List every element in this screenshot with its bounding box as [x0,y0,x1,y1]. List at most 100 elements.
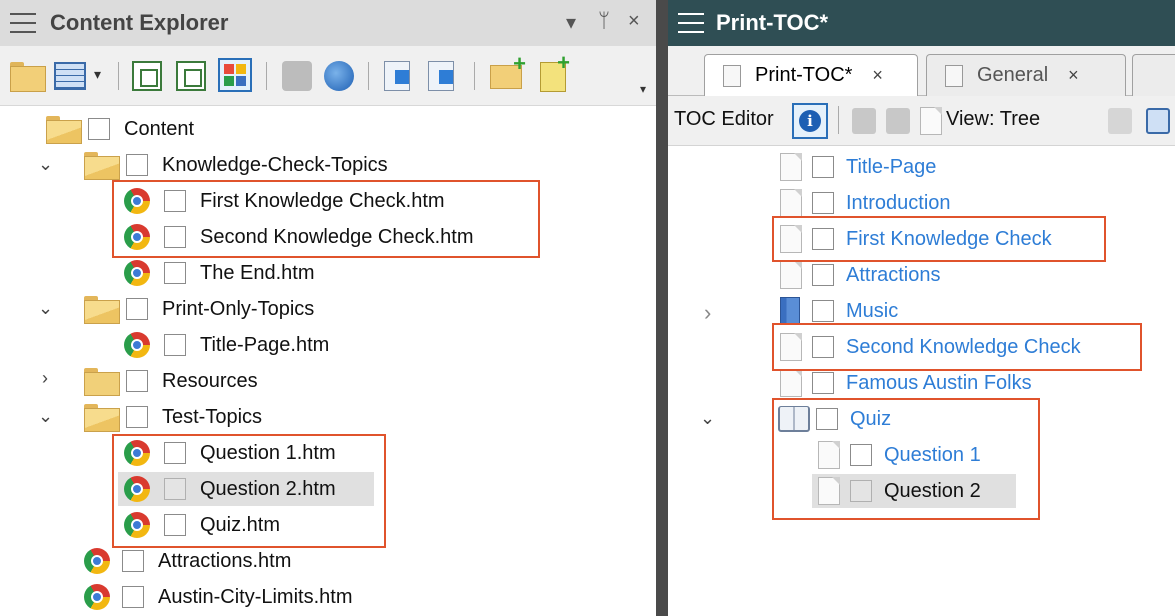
folder-icon [10,62,46,92]
tree-item-label: Resources [162,369,258,392]
checkbox[interactable] [88,118,110,140]
toc-item-label[interactable]: Music [846,300,898,323]
toolbar-divider [368,62,369,90]
properties-icon [428,61,454,91]
chevron-right-icon[interactable]: › [704,300,711,326]
menu-icon[interactable] [678,13,704,33]
tree-item-label: The End.htm [200,261,315,284]
checkbox[interactable] [812,156,834,178]
document-icon [945,64,963,87]
open-folder-button[interactable] [10,62,46,92]
tree-item-label: Austin-City-Limits.htm [158,585,353,608]
color-grid-icon [218,58,252,92]
toc-item-label[interactable]: Introduction [846,192,951,215]
pin-icon[interactable]: ᛘ [598,10,610,33]
panel-title: Content Explorer [50,10,229,35]
toc-item[interactable]: Title-Page [780,150,936,184]
chevron-down-icon[interactable]: ⌄ [38,154,53,175]
checkbox[interactable] [164,334,186,356]
new-folder-button[interactable] [490,51,526,89]
checkbox[interactable] [812,264,834,286]
sync-button[interactable] [324,61,354,91]
close-icon[interactable]: × [1068,65,1079,86]
checkbox[interactable] [126,370,148,392]
tree-item-file[interactable]: The End.htm [124,256,315,290]
menu-icon[interactable] [10,13,36,33]
content-explorer-toolbar: ▾ ▾ [0,46,656,106]
tree-item-label: Print-Only-Topics [162,297,315,320]
toc-item-label[interactable]: Attractions [846,264,940,287]
highlight-box [772,216,1106,262]
toc-item-label[interactable]: Famous Austin Folks [846,372,1032,395]
tab-label: Print-TOC* [755,64,853,86]
sync-icon [324,61,354,91]
tree-item-folder[interactable]: Resources [84,364,258,398]
chevron-down-icon[interactable]: ⌄ [38,406,53,427]
color-view-button[interactable] [218,58,252,92]
tree-item-folder[interactable]: Knowledge-Check-Topics [84,148,388,182]
tab-overflow[interactable] [1132,54,1175,96]
checkbox[interactable] [126,154,148,176]
dropdown-arrow-icon[interactable]: ▾ [566,10,576,35]
tree-item-file[interactable]: Title-Page.htm [124,328,329,362]
toc-item[interactable]: Famous Austin Folks [780,366,1032,400]
checkbox[interactable] [126,298,148,320]
panel-title: Print-TOC* [716,10,829,35]
toolbar-divider [474,62,475,90]
panel-splitter[interactable] [656,0,668,616]
tree-item-file[interactable]: Austin-City-Limits.htm [84,580,352,614]
chevron-down-icon[interactable]: ⌄ [700,408,715,429]
close-icon[interactable]: × [872,65,883,86]
disabled-tool-button[interactable] [282,61,312,91]
document-icon [723,64,741,87]
toc-item-label[interactable]: Title-Page [846,156,936,179]
tree-item-folder[interactable]: Print-Only-Topics [84,292,314,326]
checkbox[interactable] [164,262,186,284]
expand-all-button[interactable] [132,61,162,91]
tree-item-label: Title-Page.htm [200,333,330,356]
checkbox[interactable] [812,192,834,214]
disabled-icon [282,61,312,91]
book-icon [780,297,800,325]
checkbox[interactable] [812,372,834,394]
chevron-right-icon[interactable]: › [42,368,48,389]
disabled-tool-icon[interactable] [886,108,910,134]
info-button[interactable]: i [792,103,828,139]
preview-icon [384,61,410,91]
tab-strip: Print-TOC* × General × [668,46,1175,96]
tree-item-label: Test-Topics [162,405,263,428]
collapse-icon [176,61,206,91]
close-icon[interactable]: × [628,10,640,33]
highlight-box [772,398,1040,520]
tab-print-toc[interactable]: Print-TOC* × [704,54,918,96]
highlight-box [772,323,1142,371]
disabled-tool-icon[interactable] [852,108,876,134]
toc-item[interactable]: Introduction [780,186,951,220]
list-icon[interactable] [1108,108,1132,134]
page-icon [780,153,802,181]
tab-label: General [977,64,1049,86]
toc-toolbar: TOC Editor i View: Tree [668,96,1175,146]
checkbox[interactable] [812,300,834,322]
page-icon [780,261,802,289]
chevron-down-icon[interactable]: ▾ [94,66,101,83]
overflow-chevron-icon[interactable]: ▾ [640,82,646,96]
info-icon: i [799,110,821,132]
view-tree-button[interactable]: View: Tree [946,108,1040,131]
tab-general[interactable]: General × [926,54,1126,96]
new-topic-button[interactable] [540,50,570,92]
collapse-all-button[interactable] [176,61,206,91]
properties-button[interactable] [428,61,454,91]
expand-icon[interactable] [1146,108,1170,134]
tree-item-folder[interactable]: Test-Topics [84,400,262,434]
checkbox[interactable] [122,586,144,608]
tree-item-file[interactable]: Attractions.htm [84,544,291,578]
page-icon [780,369,802,397]
tree-item-content[interactable]: Content [46,112,194,146]
view-grid-button[interactable] [54,62,86,90]
checkbox[interactable] [126,406,148,428]
checkbox[interactable] [122,550,144,572]
chevron-down-icon[interactable]: ⌄ [38,298,53,319]
preview-button[interactable] [384,61,410,91]
toc-item[interactable]: Attractions [780,258,940,292]
